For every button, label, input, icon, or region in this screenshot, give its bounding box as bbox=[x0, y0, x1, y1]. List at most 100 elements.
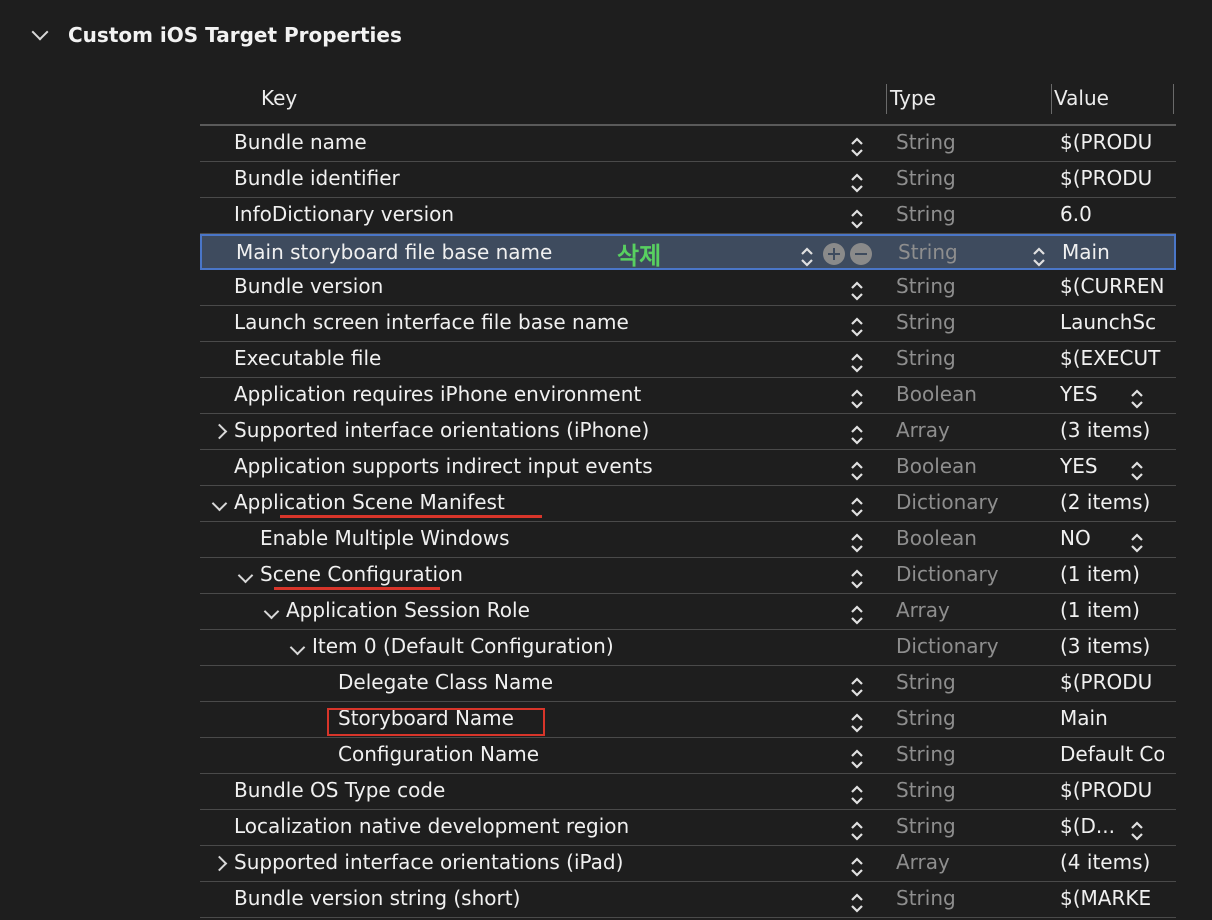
row-key[interactable]: Bundle version string (short) bbox=[234, 886, 520, 910]
table-row[interactable]: Localization native development region St… bbox=[200, 810, 1176, 846]
row-value[interactable]: (4 items) bbox=[1060, 850, 1164, 874]
row-value[interactable]: (1 item) bbox=[1060, 598, 1164, 622]
add-row-icon[interactable] bbox=[823, 243, 845, 265]
section-header[interactable]: Custom iOS Target Properties bbox=[31, 20, 402, 50]
type-stepper-icon[interactable] bbox=[1032, 245, 1046, 269]
row-value[interactable]: $(MARKE bbox=[1060, 886, 1164, 910]
row-value[interactable]: Main bbox=[1060, 706, 1164, 730]
row-type[interactable]: String bbox=[896, 778, 956, 802]
row-type[interactable]: Array bbox=[896, 418, 950, 442]
table-row[interactable]: Bundle version string (short) String $(MAR… bbox=[200, 882, 1176, 918]
key-stepper-icon[interactable] bbox=[850, 711, 864, 735]
row-key[interactable]: Bundle name bbox=[234, 130, 367, 154]
value-stepper-icon[interactable] bbox=[1130, 459, 1144, 483]
row-key[interactable]: Supported interface orientations (iPhone… bbox=[234, 418, 649, 442]
table-row[interactable]: Executable file String $(EXECUT bbox=[200, 342, 1176, 378]
table-row[interactable]: Launch screen interface file base name St… bbox=[200, 306, 1176, 342]
row-key[interactable]: Localization native development region bbox=[234, 814, 629, 838]
row-type[interactable]: String bbox=[896, 202, 956, 226]
row-value[interactable]: NO bbox=[1060, 526, 1126, 550]
table-row[interactable]: Supported interface orientations (iPad) A… bbox=[200, 846, 1176, 882]
row-type[interactable]: Boolean bbox=[896, 382, 977, 406]
key-stepper-icon[interactable] bbox=[850, 387, 864, 411]
row-value[interactable]: $(D... bbox=[1060, 814, 1126, 838]
key-stepper-icon[interactable] bbox=[850, 891, 864, 915]
row-type[interactable]: String bbox=[896, 886, 956, 910]
row-key[interactable]: Bundle version bbox=[234, 274, 383, 298]
table-row[interactable]: Item 0 (Default Configuration) Dictionary… bbox=[200, 630, 1176, 666]
remove-row-icon[interactable] bbox=[850, 243, 872, 265]
key-stepper-icon[interactable] bbox=[850, 531, 864, 555]
row-type[interactable]: Array bbox=[896, 598, 950, 622]
table-row[interactable]: Delegate Class Name String $(PRODU bbox=[200, 666, 1176, 702]
row-type[interactable]: String bbox=[896, 310, 956, 334]
column-header-type[interactable]: Type bbox=[890, 86, 936, 110]
key-stepper-icon[interactable] bbox=[850, 315, 864, 339]
row-value[interactable]: Default Co bbox=[1060, 742, 1164, 766]
key-stepper-icon[interactable] bbox=[850, 423, 864, 447]
row-type[interactable]: String bbox=[896, 706, 956, 730]
row-type[interactable]: Dictionary bbox=[896, 490, 999, 514]
chevron-down-icon[interactable] bbox=[31, 23, 49, 41]
row-type[interactable]: Dictionary bbox=[896, 634, 999, 658]
table-row[interactable]: Bundle version String $(CURREN bbox=[200, 270, 1176, 306]
table-row[interactable]: Application requires iPhone environment B… bbox=[200, 378, 1176, 414]
row-key[interactable]: Bundle identifier bbox=[234, 166, 400, 190]
chevron-down-icon[interactable] bbox=[263, 603, 280, 620]
key-stepper-icon[interactable] bbox=[850, 747, 864, 771]
row-type[interactable]: Boolean bbox=[896, 526, 977, 550]
key-stepper-icon[interactable] bbox=[850, 207, 864, 231]
key-stepper-icon[interactable] bbox=[850, 351, 864, 375]
row-type[interactable]: String bbox=[896, 346, 956, 370]
table-row[interactable]: Supported interface orientations (iPhone… bbox=[200, 414, 1176, 450]
column-header-value[interactable]: Value bbox=[1054, 86, 1109, 110]
row-key[interactable]: Application requires iPhone environment bbox=[234, 382, 641, 406]
key-stepper-icon[interactable] bbox=[850, 495, 864, 519]
table-row[interactable]: Enable Multiple Windows Boolean NO bbox=[200, 522, 1176, 558]
row-value[interactable]: LaunchSc bbox=[1060, 310, 1164, 334]
column-separator[interactable] bbox=[886, 84, 887, 114]
row-key[interactable]: Application supports indirect input even… bbox=[234, 454, 653, 478]
key-stepper-icon[interactable] bbox=[850, 279, 864, 303]
row-key[interactable]: Configuration Name bbox=[338, 742, 539, 766]
row-key[interactable]: Executable file bbox=[234, 346, 381, 370]
row-value[interactable]: YES bbox=[1060, 382, 1126, 406]
row-type[interactable]: Boolean bbox=[896, 454, 977, 478]
row-type[interactable]: String bbox=[898, 240, 958, 264]
row-type[interactable]: Array bbox=[896, 850, 950, 874]
row-value[interactable]: (3 items) bbox=[1060, 418, 1164, 442]
column-header-key[interactable]: Key bbox=[261, 86, 297, 110]
table-row[interactable]: Application Scene Manifest Dictionary (2 i… bbox=[200, 486, 1176, 522]
key-stepper-icon[interactable] bbox=[850, 675, 864, 699]
chevron-right-icon[interactable] bbox=[211, 423, 228, 440]
row-value[interactable]: (1 item) bbox=[1060, 562, 1164, 586]
column-separator[interactable] bbox=[1173, 84, 1174, 114]
row-value[interactable]: $(PRODU bbox=[1060, 670, 1164, 694]
row-key[interactable]: Main storyboard file base name bbox=[236, 240, 552, 264]
row-value[interactable]: $(PRODU bbox=[1060, 130, 1164, 154]
row-type[interactable]: String bbox=[896, 274, 956, 298]
chevron-down-icon[interactable] bbox=[211, 495, 228, 512]
chevron-down-icon[interactable] bbox=[289, 639, 306, 656]
table-row[interactable]: Scene Configuration Dictionary (1 item) bbox=[200, 558, 1176, 594]
row-key[interactable]: Item 0 (Default Configuration) bbox=[312, 634, 614, 658]
row-type[interactable]: String bbox=[896, 742, 956, 766]
key-stepper-icon[interactable] bbox=[850, 171, 864, 195]
row-type[interactable]: String bbox=[896, 166, 956, 190]
value-stepper-icon[interactable] bbox=[1130, 531, 1144, 555]
row-type[interactable]: String bbox=[896, 130, 956, 154]
row-key[interactable]: InfoDictionary version bbox=[234, 202, 454, 226]
key-stepper-icon[interactable] bbox=[850, 603, 864, 627]
value-stepper-icon[interactable] bbox=[1130, 819, 1144, 843]
value-stepper-icon[interactable] bbox=[1130, 387, 1144, 411]
row-key[interactable]: Scene Configuration bbox=[260, 562, 463, 586]
row-value[interactable]: (2 items) bbox=[1060, 490, 1164, 514]
row-key[interactable]: Delegate Class Name bbox=[338, 670, 553, 694]
table-row[interactable]: Bundle identifier String $(PRODU bbox=[200, 162, 1176, 198]
row-value[interactable]: $(PRODU bbox=[1060, 166, 1164, 190]
row-value[interactable]: $(PRODU bbox=[1060, 778, 1164, 802]
column-separator[interactable] bbox=[1051, 84, 1052, 114]
row-key[interactable]: Application Scene Manifest bbox=[234, 490, 505, 514]
key-stepper-icon[interactable] bbox=[850, 135, 864, 159]
table-row[interactable]: Bundle name String $(PRODU bbox=[200, 126, 1176, 162]
